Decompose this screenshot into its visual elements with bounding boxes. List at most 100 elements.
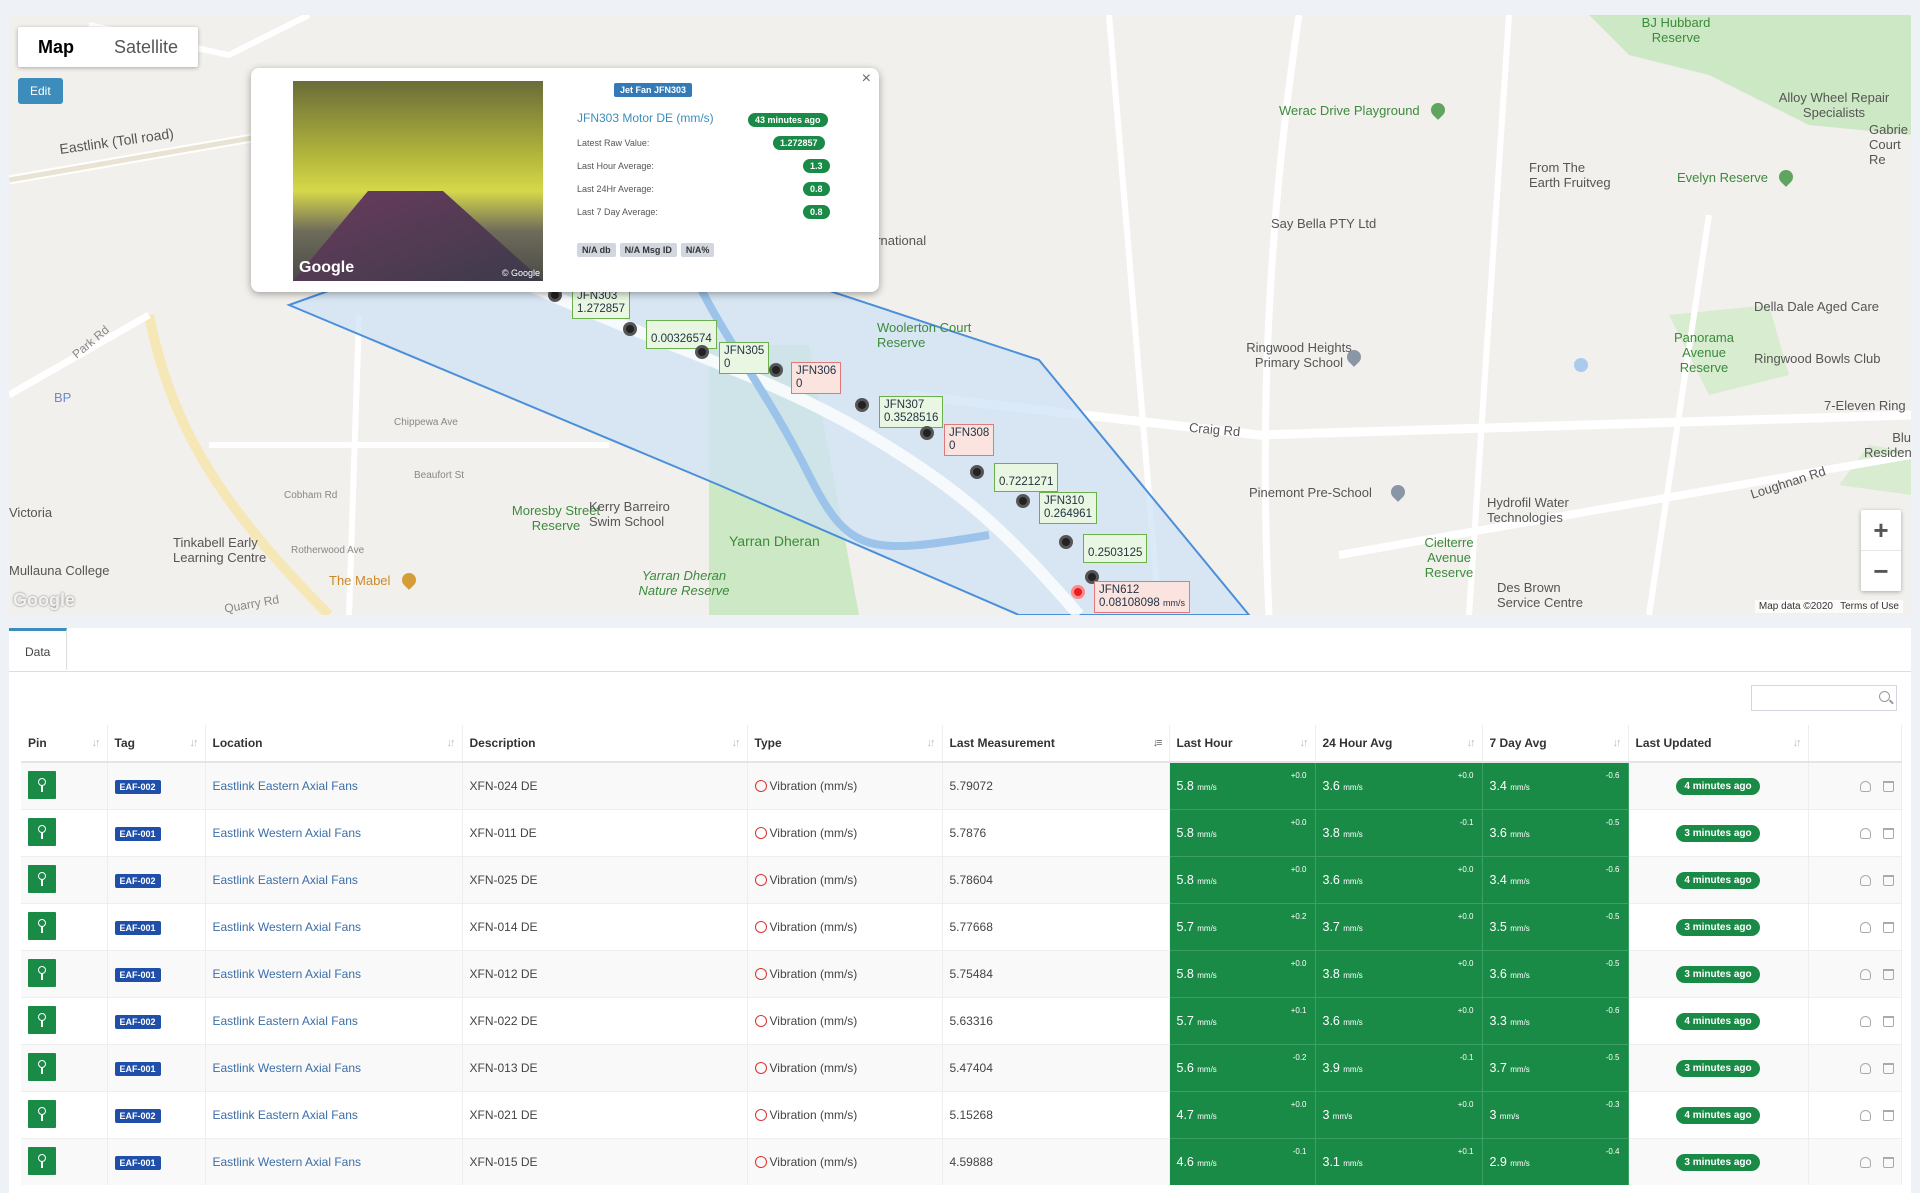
map-label: Chippewa Ave xyxy=(394,417,458,428)
table-row[interactable]: EAF-002 Eastlink Eastern Axial Fans XFN-… xyxy=(21,761,1902,810)
sensor-marker[interactable] xyxy=(920,426,934,440)
col-24-hour-avg[interactable]: 24 Hour Avg ↓↑ xyxy=(1315,725,1483,763)
map-type-control[interactable]: Map Satellite xyxy=(18,27,199,67)
zoom-out-button[interactable]: − xyxy=(1861,550,1901,591)
trash-icon[interactable] xyxy=(1882,969,1894,980)
map-pin-icon[interactable] xyxy=(28,958,56,987)
zoom-control[interactable]: + − xyxy=(1861,510,1901,591)
cloud-icon[interactable] xyxy=(1859,969,1871,980)
col-7-day-avg[interactable]: 7 Day Avg ↓↑ xyxy=(1482,725,1629,763)
sensor-marker[interactable] xyxy=(1059,535,1073,549)
sensor-label[interactable]: JFN308 0 xyxy=(944,424,995,456)
map-pin-icon[interactable] xyxy=(28,864,56,893)
zoom-in-button[interactable]: + xyxy=(1861,510,1901,550)
sensor-label[interactable]: JFN310 0.264961 xyxy=(1039,492,1097,524)
edit-button[interactable]: Edit xyxy=(18,78,63,104)
location-link[interactable]: Eastlink Western Axial Fans xyxy=(213,967,362,981)
map-pin-icon[interactable] xyxy=(28,1052,56,1081)
map-pin-icon[interactable] xyxy=(28,911,56,940)
map-view[interactable]: Eastlink (Toll road) Werac Drive Playgro… xyxy=(9,15,1911,615)
location-link[interactable]: Eastlink Western Axial Fans xyxy=(213,1155,362,1169)
map-type-map-button[interactable]: Map xyxy=(18,27,94,67)
trash-icon[interactable] xyxy=(1882,1110,1894,1121)
map-pin-icon[interactable] xyxy=(28,817,56,846)
sensor-marker[interactable] xyxy=(695,345,709,359)
sensor-label[interactable]: JFN307 0.3528516 xyxy=(879,396,944,428)
map-label: Werac Drive Playground xyxy=(1279,103,1420,118)
cloud-icon[interactable] xyxy=(1859,875,1871,886)
type-cell: Vibration (mm/s) xyxy=(747,997,943,1045)
map-pin-icon[interactable] xyxy=(28,1099,56,1128)
location-link[interactable]: Eastlink Western Axial Fans xyxy=(213,826,362,840)
updated-badge: 3 minutes ago xyxy=(1676,824,1760,842)
sensor-label[interactable]: 0.7221271 xyxy=(994,463,1059,492)
sensor-label[interactable]: 0.2503125 xyxy=(1083,534,1148,563)
db-chip: N/A db xyxy=(577,243,616,257)
table-row[interactable]: EAF-001 Eastlink Western Axial Fans XFN-… xyxy=(21,1138,1902,1185)
sensor-marker[interactable] xyxy=(1016,494,1030,508)
col-last-measurement[interactable]: Last Measurement ↓≡ xyxy=(942,725,1170,763)
sensor-label[interactable]: 0.00326574 xyxy=(646,320,717,349)
col-last-updated[interactable]: Last Updated ↓↑ xyxy=(1628,725,1809,763)
location-link[interactable]: Eastlink Eastern Axial Fans xyxy=(213,1108,358,1122)
trash-icon[interactable] xyxy=(1882,922,1894,933)
map-pin-icon[interactable] xyxy=(28,1146,56,1175)
cloud-icon[interactable] xyxy=(1859,1016,1871,1027)
sensor-label[interactable]: JFN306 0 xyxy=(791,362,842,394)
terms-link[interactable]: Terms of Use xyxy=(1836,600,1903,613)
cloud-icon[interactable] xyxy=(1859,1063,1871,1074)
col-location[interactable]: Location ↓↑ xyxy=(205,725,463,763)
map-pin-icon[interactable] xyxy=(28,1005,56,1034)
tab-data[interactable]: Data xyxy=(9,628,68,670)
trash-icon[interactable] xyxy=(1882,1157,1894,1168)
measurement-title[interactable]: JFN303 Motor DE (mm/s) xyxy=(577,111,714,125)
cloud-icon[interactable] xyxy=(1859,828,1871,839)
sensor-marker[interactable] xyxy=(769,363,783,377)
location-link[interactable]: Eastlink Western Axial Fans xyxy=(213,1061,362,1075)
trash-icon[interactable] xyxy=(1882,1063,1894,1074)
type-cell: Vibration (mm/s) xyxy=(747,1044,943,1092)
col-description[interactable]: Description ↓↑ xyxy=(462,725,748,763)
tag-badge: EAF-002 xyxy=(114,779,161,794)
table-row[interactable]: EAF-002 Eastlink Eastern Axial Fans XFN-… xyxy=(21,1091,1902,1139)
col-last-hour[interactable]: Last Hour ↓↑ xyxy=(1169,725,1316,763)
table-header: Pin ↓↑ Tag ↓↑ Location ↓↑ Description ↓↑ Typ… xyxy=(21,725,1902,763)
sensor-marker[interactable] xyxy=(855,398,869,412)
col-type[interactable]: Type ↓↑ xyxy=(747,725,943,763)
trash-icon[interactable] xyxy=(1882,828,1894,839)
updated-badge: 3 minutes ago xyxy=(1676,1153,1760,1171)
location-link[interactable]: Eastlink Western Axial Fans xyxy=(213,920,362,934)
table-row[interactable]: EAF-001 Eastlink Western Axial Fans XFN-… xyxy=(21,950,1902,998)
sensor-marker-alarm[interactable] xyxy=(1071,585,1085,599)
table-row[interactable]: EAF-001 Eastlink Western Axial Fans XFN-… xyxy=(21,809,1902,857)
table-row[interactable]: EAF-001 Eastlink Western Axial Fans XFN-… xyxy=(21,903,1902,951)
sensor-label[interactable]: JFN305 0 xyxy=(719,342,770,374)
col-pin[interactable]: Pin ↓↑ xyxy=(21,725,108,763)
col-tag[interactable]: Tag ↓↑ xyxy=(107,725,206,763)
photo-google-logo: Google xyxy=(299,259,355,276)
close-icon[interactable]: × xyxy=(862,70,871,88)
trash-icon[interactable] xyxy=(1882,1016,1894,1027)
table-row[interactable]: EAF-002 Eastlink Eastern Axial Fans XFN-… xyxy=(21,997,1902,1045)
last-updated-cell: 4 minutes ago xyxy=(1628,856,1809,904)
map-pin-icon[interactable] xyxy=(28,770,56,799)
cloud-icon[interactable] xyxy=(1859,1157,1871,1168)
location-link[interactable]: Eastlink Eastern Axial Fans xyxy=(213,873,358,887)
cloud-icon[interactable] xyxy=(1859,781,1871,792)
cloud-icon[interactable] xyxy=(1859,922,1871,933)
cloud-icon[interactable] xyxy=(1859,1110,1871,1121)
location-link[interactable]: Eastlink Eastern Axial Fans xyxy=(213,779,358,793)
sensor-label[interactable]: JFN612 0.08108098 mm/s xyxy=(1094,581,1190,613)
trash-icon[interactable] xyxy=(1882,875,1894,886)
map-type-satellite-button[interactable]: Satellite xyxy=(94,27,198,67)
table-row[interactable]: EAF-001 Eastlink Western Axial Fans XFN-… xyxy=(21,1044,1902,1092)
street-view-image[interactable]: Google © Google xyxy=(293,81,543,281)
sensor-marker[interactable] xyxy=(970,465,984,479)
location-link[interactable]: Eastlink Eastern Axial Fans xyxy=(213,1014,358,1028)
search-input[interactable] xyxy=(1751,685,1897,711)
sensor-marker[interactable] xyxy=(623,322,637,336)
table-row[interactable]: EAF-002 Eastlink Eastern Axial Fans XFN-… xyxy=(21,856,1902,904)
sensor-info-popup: × Google © Google Jet Fan JFN303 JFN303 … xyxy=(251,68,879,292)
map-label: Della Dale Aged Care xyxy=(1754,299,1880,314)
trash-icon[interactable] xyxy=(1882,781,1894,792)
